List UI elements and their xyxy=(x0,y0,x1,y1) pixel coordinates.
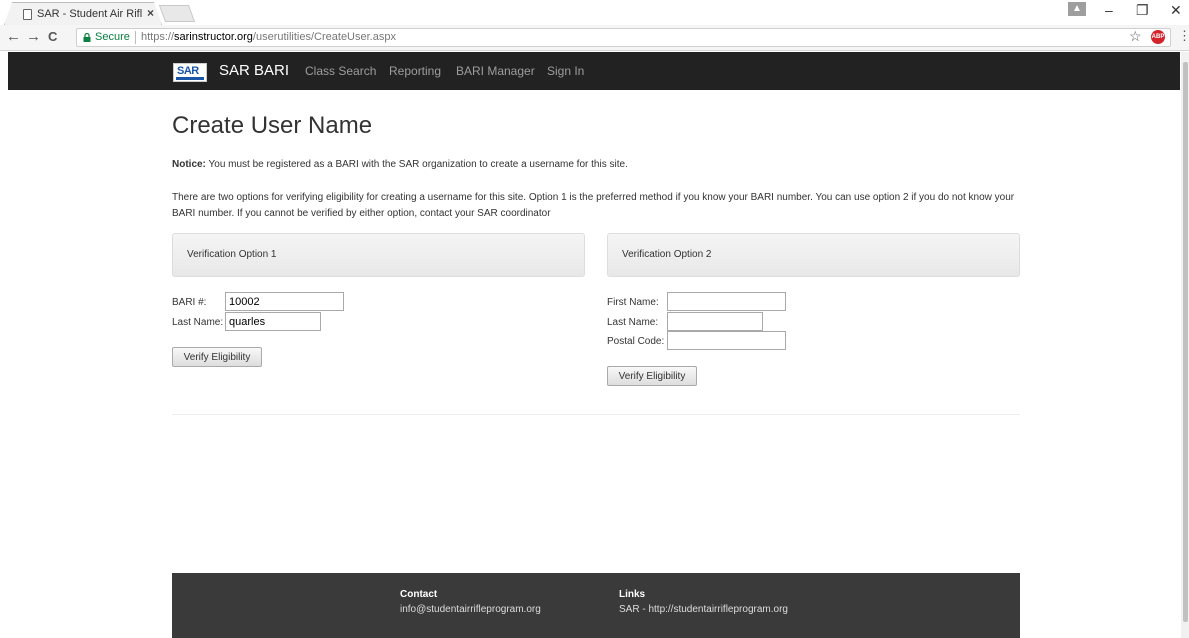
notice-text: Notice: You must be registered as a BARI… xyxy=(172,159,628,170)
postal-code-input[interactable] xyxy=(667,331,786,350)
footer-sar-link[interactable]: SAR - http://studentairrifleprogram.org xyxy=(619,604,788,615)
lock-icon xyxy=(83,33,91,42)
secure-label: Secure xyxy=(95,31,130,43)
close-window-icon[interactable]: ✕ xyxy=(1170,2,1182,19)
postal-code-label: Postal Code: xyxy=(607,336,665,347)
url-scheme: https:// xyxy=(141,31,175,43)
verification-option-1-panel: Verification Option 1 xyxy=(172,233,585,277)
option-2-last-name-input[interactable] xyxy=(667,312,763,331)
first-name-label: First Name: xyxy=(607,297,659,308)
tab-close-icon[interactable]: × xyxy=(147,6,154,20)
option-1-last-name-label: Last Name: xyxy=(172,317,224,328)
address-bar[interactable]: Secure https://sarinstructor.org/useruti… xyxy=(76,28,1171,47)
reload-icon[interactable]: C xyxy=(48,29,57,44)
nav-reporting[interactable]: Reporting xyxy=(389,64,441,78)
sar-logo[interactable]: SAR xyxy=(173,63,207,82)
nav-sign-in[interactable]: Sign In xyxy=(547,64,584,78)
browser-tab-inner: SAR - Student Air Riflery × xyxy=(5,3,162,25)
browser-tab[interactable]: SAR - Student Air Riflery × xyxy=(4,2,162,25)
bari-number-label: BARI #: xyxy=(172,297,207,308)
notice-label: Notice: xyxy=(172,159,206,170)
browser-tabstrip: SAR - Student Air Riflery × ▲ – ❐ ✕ xyxy=(0,0,1189,25)
notice-body: You must be registered as a BARI with th… xyxy=(208,159,628,170)
scrollbar-thumb[interactable] xyxy=(1183,62,1188,622)
browser-toolbar: ← → C Secure https://sarinstructor.org/u… xyxy=(0,25,1189,51)
footer-links-heading: Links xyxy=(619,589,646,600)
option-1-last-name-input[interactable] xyxy=(225,312,321,331)
bari-number-input[interactable] xyxy=(225,292,344,311)
verify-eligibility-button-1[interactable]: Verify Eligibility xyxy=(172,347,262,367)
adblock-icon[interactable]: ABP xyxy=(1151,30,1165,44)
nav-bari-manager[interactable]: BARI Manager xyxy=(456,64,535,78)
page-icon xyxy=(23,9,32,20)
browser-menu-icon[interactable]: ⋮ xyxy=(1178,28,1189,44)
nav-class-search[interactable]: Class Search xyxy=(305,64,376,78)
footer-contact-email[interactable]: info@studentairrifleprogram.org xyxy=(400,604,541,615)
forward-icon[interactable]: → xyxy=(26,28,41,45)
footer-contact-heading: Contact xyxy=(400,589,438,600)
sar-logo-text: SAR xyxy=(177,65,199,77)
content-divider xyxy=(172,414,1020,415)
sar-logo-bar xyxy=(176,77,204,80)
omnibox-divider xyxy=(135,31,136,44)
option-1-title: Verification Option 1 xyxy=(187,249,277,260)
page-title: Create User Name xyxy=(172,112,373,139)
back-icon[interactable]: ← xyxy=(6,28,21,45)
new-tab-button[interactable] xyxy=(158,5,196,22)
option-2-title: Verification Option 2 xyxy=(622,249,712,260)
verification-option-2-panel: Verification Option 2 xyxy=(607,233,1020,277)
tab-title: SAR - Student Air Riflery xyxy=(37,8,142,20)
restore-icon[interactable]: ❐ xyxy=(1136,2,1149,19)
bookmark-star-icon[interactable]: ☆ xyxy=(1129,28,1142,45)
url-path: /userutilities/CreateUser.aspx xyxy=(252,31,396,43)
options-description: There are two options for verifying elig… xyxy=(172,192,1015,219)
brand-name[interactable]: SAR BARI xyxy=(219,62,289,79)
option-2-last-name-label: Last Name: xyxy=(607,317,659,328)
profile-icon[interactable]: ▲ xyxy=(1068,2,1086,16)
first-name-input[interactable] xyxy=(667,292,786,311)
verify-eligibility-button-2[interactable]: Verify Eligibility xyxy=(607,366,697,386)
site-footer: Contact info@studentairrifleprogram.org … xyxy=(172,573,1020,638)
minimize-icon[interactable]: – xyxy=(1105,2,1113,18)
url-text: https://sarinstructor.org/userutilities/… xyxy=(141,31,396,43)
url-host: sarinstructor.org xyxy=(174,31,253,43)
